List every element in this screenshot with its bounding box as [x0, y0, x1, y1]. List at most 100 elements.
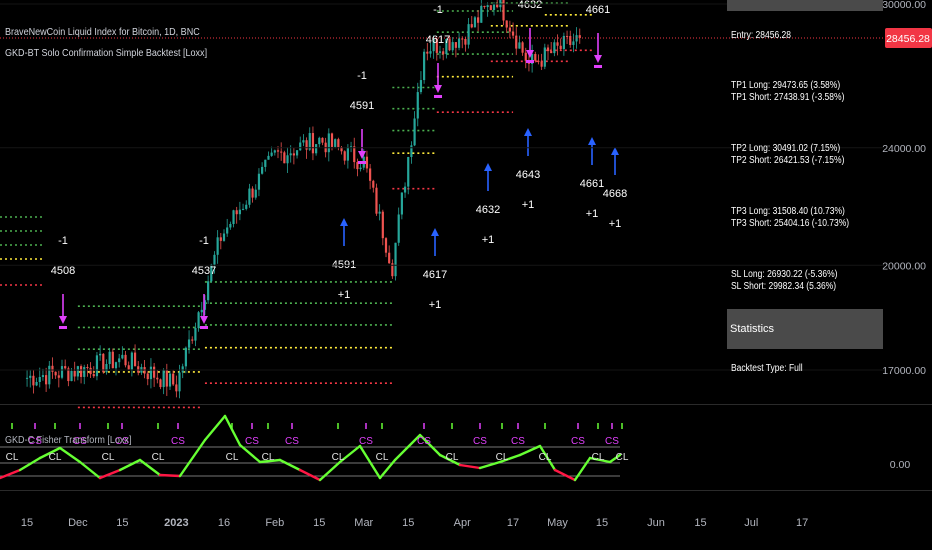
candle-body [270, 152, 273, 156]
short-trade-label: 4508 [51, 265, 75, 277]
candle-body [553, 42, 556, 54]
short-trade-label: -1 [58, 235, 68, 247]
candle-body [165, 369, 168, 387]
osc-signal-label: CL [49, 452, 62, 463]
long-trade-label: +1 [482, 234, 495, 246]
x-tick-label: May [547, 517, 568, 529]
osc-signal-label: CL [539, 452, 552, 463]
osc-signal-label: CL [226, 452, 239, 463]
candle-body [540, 61, 543, 67]
candle-body [276, 150, 280, 152]
x-tick-label: 15 [596, 517, 608, 529]
backtest-type-label: Backtest Type: Full [731, 363, 803, 374]
x-tick-label: 2023 [164, 517, 188, 529]
x-tick-label: 16 [218, 517, 230, 529]
candle-body [162, 369, 165, 388]
x-tick-label: 15 [116, 517, 128, 529]
candle-body [251, 188, 254, 198]
osc-signal-label: CL [332, 452, 345, 463]
candle-body [496, 4, 499, 8]
candle-body [327, 133, 330, 153]
candle-body [308, 133, 311, 150]
candle-body [213, 254, 216, 265]
osc-signal-label: CL [496, 452, 509, 463]
indicator-title[interactable]: GKD-BT Solo Confirmation Simple Backtest… [5, 47, 207, 59]
candle-body [508, 27, 511, 32]
candle-body [381, 211, 384, 239]
candle-body [489, 5, 492, 11]
candle-body [388, 252, 391, 264]
candle-body [273, 150, 276, 153]
candle-body [543, 47, 546, 67]
osc-signal-label: CL [152, 452, 165, 463]
long-trade-label: +1 [429, 299, 442, 311]
candle-body [51, 365, 54, 372]
candle-body [400, 192, 403, 215]
sl-short-label: SL Short: 29982.34 (5.36%) [731, 281, 837, 292]
tp2-long-label: TP2 Long: 30491.02 (7.15%) [731, 143, 841, 154]
short-trade-label: -1 [433, 4, 443, 16]
tp2-short-label: TP2 Short: 26421.53 (-7.15%) [731, 155, 845, 166]
sl-long-label: SL Long: 26930.22 (-5.36%) [731, 269, 838, 280]
candle-body [267, 155, 270, 160]
candle-body [187, 339, 191, 348]
candle-body [156, 377, 159, 380]
osc-signal-label: CS [285, 436, 299, 447]
candle-body [419, 80, 423, 93]
candle-body [369, 168, 372, 181]
candle-body [534, 54, 537, 61]
candle-body [292, 153, 295, 156]
candle-body [238, 209, 241, 215]
candle-body [197, 312, 200, 328]
panel-header-top [727, 0, 883, 11]
candle-body [149, 366, 153, 380]
candle-body [321, 137, 324, 143]
tp1-long-label: TP1 Long: 29473.65 (3.58%) [731, 80, 841, 91]
candle-body [200, 309, 203, 313]
candle-body [365, 156, 369, 169]
y-tick-label: 20000.00 [882, 260, 926, 272]
osc-signal-label: CL [376, 452, 389, 463]
candle-body [29, 375, 32, 378]
long-trade-label: 4668 [603, 188, 627, 200]
candle-body [41, 375, 45, 378]
candle-body [32, 375, 35, 386]
candle-body [261, 166, 264, 174]
candle-body [410, 145, 413, 158]
candle-body [502, 0, 505, 21]
candle-body [378, 211, 381, 214]
x-tick-label: 15 [402, 517, 414, 529]
candle-body [413, 118, 416, 146]
candle-body [86, 367, 89, 369]
long-trade-label: 4617 [423, 269, 447, 281]
candle-body [264, 159, 267, 167]
x-tick-label: 17 [796, 517, 808, 529]
x-tick-label: Mar [354, 517, 373, 529]
candle-body [73, 370, 76, 377]
candle-body [299, 142, 302, 151]
tp1-short-label: TP1 Short: 27438.91 (-3.58%) [731, 92, 845, 103]
candle-body [108, 351, 111, 365]
oscillator-title[interactable]: GKD-C Fisher Transform [Loxx] [5, 434, 131, 446]
candle-body [48, 365, 51, 385]
candle-body [426, 51, 429, 54]
candle-body [45, 375, 48, 385]
x-tick-label: 15 [21, 517, 33, 529]
candle-body [546, 47, 550, 52]
candle-body [283, 152, 286, 164]
candle-body [219, 237, 222, 241]
x-tick-label: 17 [507, 517, 519, 529]
last-price-label: 28456.28 [886, 33, 930, 45]
candle-body [105, 364, 108, 373]
candle-body [130, 352, 133, 370]
pane-separator[interactable] [0, 404, 932, 405]
candle-body [394, 242, 397, 277]
short-trade-label: 4632 [518, 0, 542, 11]
candle-body [464, 38, 467, 45]
x-tick-label: Feb [265, 517, 284, 529]
candle-body [330, 133, 334, 147]
candle-body [92, 374, 95, 377]
short-arrow-base [434, 95, 442, 98]
candle-body [438, 51, 442, 53]
candle-body [518, 42, 521, 49]
